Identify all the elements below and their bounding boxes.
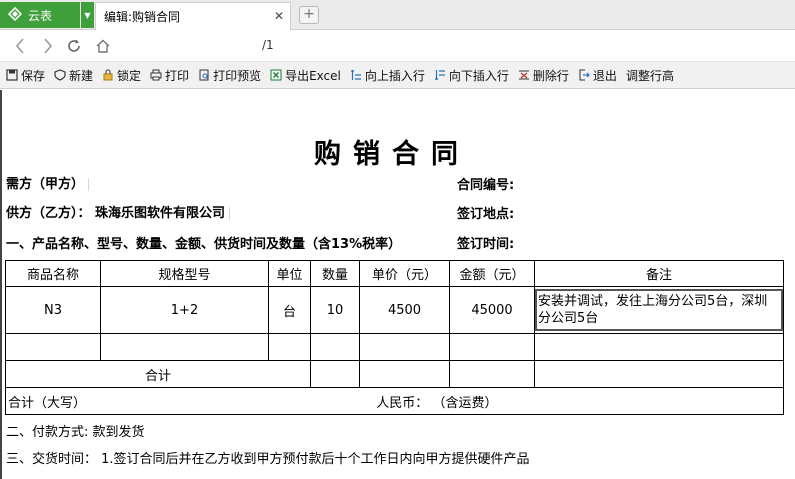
app-name: 云表: [28, 8, 53, 23]
empty-cell[interactable]: [268, 333, 311, 361]
close-icon[interactable]: ✕: [274, 9, 284, 23]
insert-row-below-icon: [434, 69, 446, 81]
save-icon: [6, 69, 18, 81]
rmb-label: 人民币：: [376, 395, 429, 411]
tab-bar: 云表 ▼ 编辑:购销合同 ✕ +: [0, 0, 795, 30]
document-canvas: 购销合同 需方（甲方） 合同编号: 供方（乙方）： 珠海乐图软件有限公司 签订地…: [0, 90, 795, 479]
nav-bar: /1: [0, 31, 795, 61]
header-unit-price: 单价（元）: [359, 260, 450, 287]
adjust-row-height-button[interactable]: 调整行高: [626, 67, 674, 84]
cell-spec[interactable]: 1+2: [100, 286, 269, 334]
exit-button[interactable]: 退出: [578, 67, 617, 84]
empty-cell[interactable]: [359, 333, 450, 361]
header-unit: 单位: [268, 260, 311, 287]
app-logo-icon: [7, 6, 23, 24]
seller-row: 供方（乙方）： 珠海乐图软件有限公司: [6, 202, 231, 221]
cell-product-name[interactable]: N3: [5, 286, 101, 334]
subtotal-price[interactable]: [359, 360, 450, 388]
cell-remark[interactable]: 安装并调试，发往上海分公司5台，深圳分公司5台: [534, 286, 784, 334]
insert-row-above-button[interactable]: 向上插入行: [350, 67, 425, 84]
subtotal-remark[interactable]: [534, 360, 784, 388]
new-tab-button[interactable]: +: [299, 6, 319, 24]
subtotal-quantity[interactable]: [310, 360, 360, 388]
subtotal-amount[interactable]: [449, 360, 535, 388]
tab-title: 编辑:购销合同: [104, 10, 181, 24]
insert-row-below-button[interactable]: 向下插入行: [434, 67, 509, 84]
header-remark: 备注: [534, 260, 784, 287]
printer-icon: [150, 69, 162, 81]
section2-payment: 二、付款方式: 款到发货: [6, 425, 145, 440]
total-caps-row: 合计（大写） 人民币： （含运费）: [5, 387, 784, 415]
total-caps-cell[interactable]: 合计（大写） 人民币： （含运费）: [5, 387, 784, 415]
total-caps-label: 合计（大写）: [8, 395, 87, 411]
app-menu-button[interactable]: 云表: [0, 2, 80, 28]
header-spec: 规格型号: [100, 260, 269, 287]
sign-place-label: 签订地点:: [457, 207, 515, 222]
print-button[interactable]: 打印: [150, 67, 189, 84]
url-text: /1: [262, 38, 274, 52]
buyer-field[interactable]: [88, 178, 90, 191]
header-amount: 金额（元）: [449, 260, 535, 287]
refresh-icon[interactable]: [64, 35, 84, 57]
section3-delivery: 三、交货时间： 1.签订合同后并在乙方收到甲方预付款后十个工作日内向甲方提供硬件…: [6, 452, 530, 467]
subtotal-row: 合计: [5, 360, 784, 388]
table-header-row: 商品名称 规格型号 单位 数量 单价（元） 金额（元） 备注: [5, 260, 784, 287]
cell-unit[interactable]: 台: [268, 286, 311, 334]
cell-amount[interactable]: 45000: [449, 286, 535, 334]
buyer-label: 需方（甲方）: [6, 177, 85, 192]
save-button[interactable]: 保存: [6, 67, 45, 84]
table-row-empty: [5, 333, 784, 361]
insert-row-above-icon: [350, 69, 362, 81]
seller-cursor: [229, 207, 231, 220]
lock-button[interactable]: 锁定: [102, 67, 141, 84]
subtotal-label: 合计: [5, 360, 311, 388]
address-bar[interactable]: /1: [124, 38, 424, 54]
seller-value[interactable]: 珠海乐图软件有限公司: [95, 206, 225, 221]
freight-note: （含运费）: [432, 395, 498, 411]
tab-edit-contract[interactable]: 编辑:购销合同 ✕: [95, 2, 291, 30]
contract-no-label: 合同编号:: [457, 178, 515, 193]
empty-cell[interactable]: [534, 333, 784, 361]
header-product-name: 商品名称: [5, 260, 101, 287]
print-preview-icon: [198, 69, 210, 81]
cell-quantity[interactable]: 10: [310, 286, 360, 334]
lock-icon: [102, 69, 114, 81]
print-preview-button[interactable]: 打印预览: [198, 67, 261, 84]
new-button[interactable]: 新建: [54, 67, 93, 84]
document-title: 购销合同: [314, 139, 470, 170]
empty-cell[interactable]: [310, 333, 360, 361]
delete-row-icon: [518, 69, 530, 81]
empty-cell[interactable]: [5, 333, 101, 361]
product-table: 商品名称 规格型号 单位 数量 单价（元） 金额（元） 备注 N3 1+2 台 …: [5, 260, 784, 415]
back-icon[interactable]: [10, 35, 30, 57]
empty-cell[interactable]: [100, 333, 269, 361]
buyer-row: 需方（甲方）: [6, 173, 90, 192]
section1-heading: 一、产品名称、型号、数量、金额、供货时间及数量（含13%税率）: [6, 237, 402, 252]
app-dropdown-icon[interactable]: ▼: [81, 2, 94, 28]
selected-remark[interactable]: 安装并调试，发往上海分公司5台，深圳分公司5台: [535, 289, 783, 331]
table-row: N3 1+2 台 10 4500 45000 安装并调试，发往上海分公司5台，深…: [5, 286, 784, 334]
seller-label: 供方（乙方）：: [6, 206, 91, 221]
sign-time-label: 签订时间:: [457, 237, 515, 252]
export-excel-button[interactable]: 导出Excel: [270, 67, 341, 84]
excel-icon: [270, 69, 282, 81]
shield-icon: [54, 69, 66, 81]
toolbar: 保存 新建 锁定 打印 打印预览 导出Excel 向上插入行 向下插入行 删除行…: [0, 61, 795, 89]
forward-icon[interactable]: [38, 35, 58, 57]
empty-cell[interactable]: [449, 333, 535, 361]
header-quantity: 数量: [310, 260, 360, 287]
cell-unit-price[interactable]: 4500: [359, 286, 450, 334]
exit-icon: [578, 69, 590, 81]
delete-row-button[interactable]: 删除行: [518, 67, 569, 84]
home-icon[interactable]: [93, 35, 113, 57]
